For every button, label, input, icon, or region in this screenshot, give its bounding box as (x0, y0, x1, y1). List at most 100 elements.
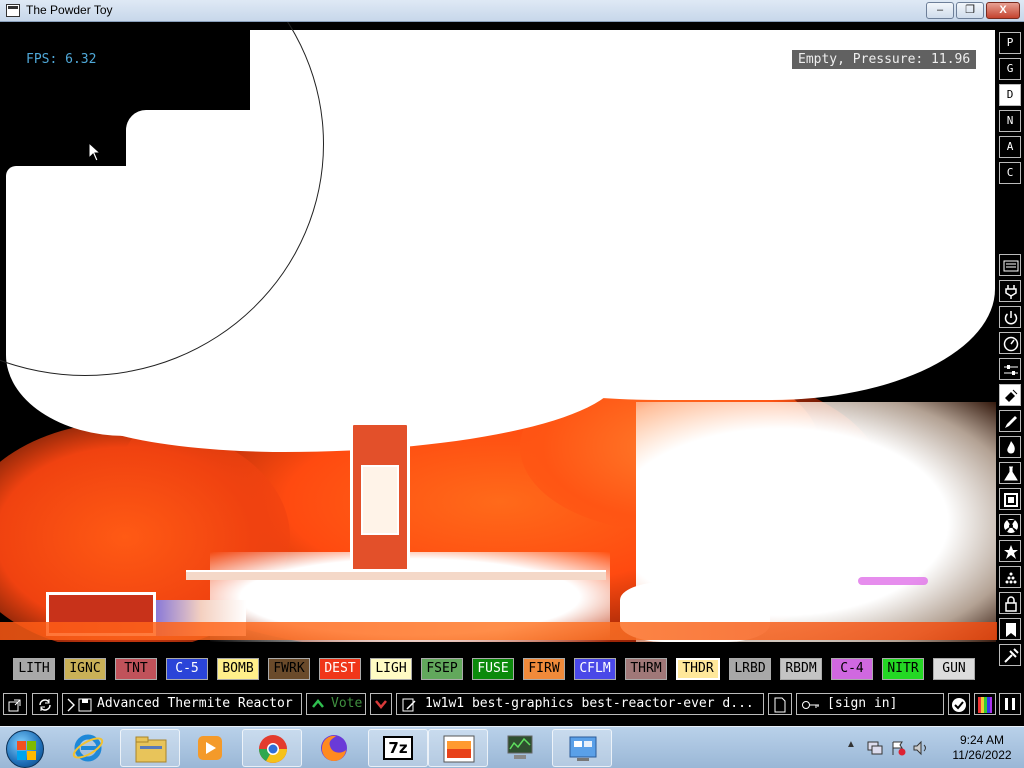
sidebar-button-n[interactable]: N (999, 110, 1021, 132)
sidebar-button-a[interactable]: A (999, 136, 1021, 158)
element-c-4[interactable]: C-4 (831, 658, 873, 680)
volume-icon[interactable] (912, 740, 930, 756)
tools-icon (1004, 648, 1019, 663)
sidebar-sliders-button[interactable] (999, 358, 1021, 380)
key-icon (802, 701, 819, 709)
element-thrm[interactable]: THRM (625, 658, 667, 680)
right-sidebar: PGDNAC (997, 22, 1024, 690)
sidebar-button-g[interactable]: G (999, 58, 1021, 80)
star-icon (1004, 545, 1018, 559)
sidebar-brush-button[interactable] (999, 410, 1021, 432)
sidebar-button-c[interactable]: C (999, 162, 1021, 184)
brush-icon (1005, 416, 1017, 428)
internet-explorer-icon (72, 734, 104, 762)
element-dest[interactable]: DEST (319, 658, 361, 680)
sidebar-lock-button[interactable] (999, 592, 1021, 614)
taskbar-internet-explorer[interactable] (58, 729, 118, 767)
taskbar-network-monitor[interactable] (490, 729, 550, 767)
element-fuse[interactable]: FUSE (472, 658, 514, 680)
element-ligh[interactable]: LIGH (370, 658, 412, 680)
element-rbdm[interactable]: RBDM (780, 658, 822, 680)
minimize-button[interactable]: – (926, 2, 954, 19)
show-hidden-icons-icon[interactable]: ▲ (846, 739, 856, 750)
sidebar-flame-button[interactable] (999, 436, 1021, 458)
open-save-icon (8, 699, 21, 712)
file-explorer-icon (135, 736, 167, 763)
downvote-icon (375, 700, 387, 709)
sign-in-button[interactable]: [sign in] (796, 693, 944, 715)
maximize-button[interactable]: ❐ (956, 2, 984, 19)
action-center-flag-icon[interactable] (890, 740, 906, 756)
firefox-icon (321, 735, 347, 762)
taskbar-control-panel[interactable] (552, 729, 612, 767)
taskbar-firefox[interactable] (304, 729, 364, 767)
taskbar-chrome[interactable] (242, 729, 302, 767)
element-fwrk[interactable]: FWRK (268, 658, 310, 680)
render-options-button[interactable] (974, 693, 996, 715)
flask-icon (1004, 466, 1018, 481)
sidebar-dots-button[interactable] (999, 566, 1021, 588)
sidebar-square-button[interactable] (999, 488, 1021, 510)
sidebar-power-button[interactable] (999, 306, 1021, 328)
new-simulation-button[interactable] (768, 693, 792, 715)
plug-icon (1005, 285, 1017, 299)
element-tnt[interactable]: TNT (115, 658, 157, 680)
windows-logo-icon (17, 741, 26, 750)
taskbar-powder-toy[interactable] (428, 729, 488, 767)
element-bomb[interactable]: BOMB (217, 658, 259, 680)
element-lith[interactable]: LITH (13, 658, 55, 680)
close-button[interactable]: X (986, 2, 1020, 19)
sidebar-bookmark-button[interactable] (999, 618, 1021, 640)
system-clock[interactable]: 9:24 AM 11/26/2022 (940, 733, 1024, 763)
simulation-canvas[interactable]: FPS: 6.32 Empty, Pressure: 11.96 (0, 22, 997, 642)
lock-icon (1005, 596, 1017, 612)
vote-up-button[interactable]: Vote (306, 693, 366, 715)
sidebar-radiation-button[interactable] (999, 514, 1021, 536)
reload-button[interactable] (32, 693, 58, 715)
tags-button[interactable]: 1w1w1 best-graphics best-reactor-ever d.… (396, 693, 764, 715)
taskbar-media-player[interactable] (180, 729, 240, 767)
gauge-icon (1003, 336, 1019, 352)
pressure-readout: Empty, Pressure: 11.96 (792, 50, 977, 69)
reload-icon (39, 699, 51, 711)
vote-down-button[interactable] (370, 693, 392, 715)
element-gun[interactable]: GUN (933, 658, 975, 680)
save-name-button[interactable]: Advanced Thermite Reactor (62, 693, 302, 715)
7zip-icon: 7z (383, 736, 413, 760)
taskbar-7zip[interactable]: 7z (368, 729, 428, 767)
ground-strip (0, 622, 997, 640)
element-cflm[interactable]: CFLM (574, 658, 616, 680)
element-bar: LITH IGNC TNT C-5 BOMB FWRK DEST LIGH FSEP FUSE FI… (0, 642, 997, 690)
start-button[interactable] (6, 730, 44, 768)
settings-button[interactable] (948, 693, 970, 715)
flame-icon (1007, 441, 1015, 454)
taskbar-file-explorer[interactable] (120, 729, 180, 767)
open-save-browser-button[interactable] (3, 693, 27, 715)
pause-button[interactable] (999, 693, 1021, 715)
element-c-5[interactable]: C-5 (166, 658, 208, 680)
check-circle-icon (952, 698, 966, 712)
sidebar-star-button[interactable] (999, 540, 1021, 562)
element-fsep[interactable]: FSEP (421, 658, 463, 680)
window-title-bar: The Powder Toy – ❐ X (0, 0, 1024, 22)
reactor-base-platform (186, 570, 606, 580)
sidebar-tools-button[interactable] (999, 644, 1021, 666)
chrome-icon (259, 735, 287, 763)
element-firw[interactable]: FIRW (523, 658, 565, 680)
element-nitr[interactable]: NITR (882, 658, 924, 680)
tags-label: 1w1w1 best-graphics best-reactor-ever d.… (425, 696, 754, 711)
sidebar-button-p[interactable]: P (999, 32, 1021, 54)
sidebar-spray-button[interactable] (999, 384, 1021, 406)
network-monitor-icon (507, 735, 533, 759)
sidebar-keyboard-button[interactable] (999, 254, 1021, 276)
sidebar-gauge-button[interactable] (999, 332, 1021, 354)
sidebar-flask-button[interactable] (999, 462, 1021, 484)
spray-icon (1005, 389, 1018, 402)
sidebar-plug-button[interactable] (999, 280, 1021, 302)
tag-pencil-icon (402, 698, 416, 712)
element-lrbd[interactable]: LRBD (729, 658, 771, 680)
element-thdr[interactable]: THDR (676, 658, 720, 680)
sidebar-button-d[interactable]: D (999, 84, 1021, 106)
network-tray-icon[interactable] (866, 740, 884, 756)
element-ignc[interactable]: IGNC (64, 658, 106, 680)
